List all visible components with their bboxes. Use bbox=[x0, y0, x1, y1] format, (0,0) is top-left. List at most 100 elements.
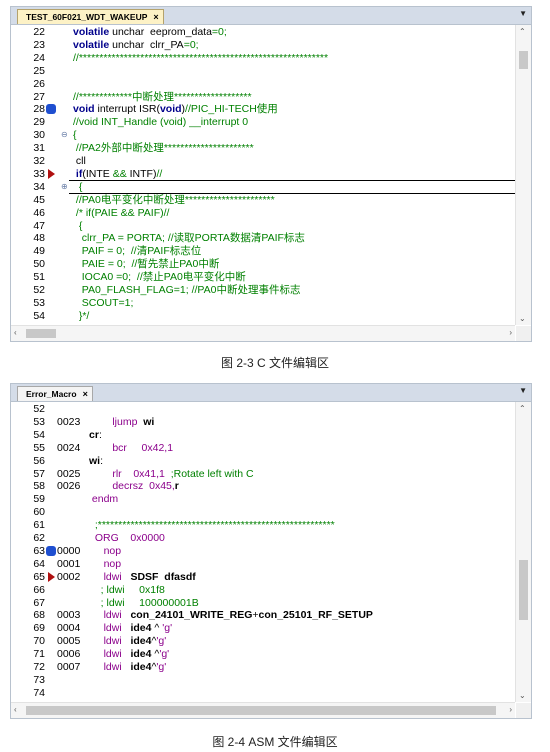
horizontal-scrollbar[interactable]: ‹ › bbox=[11, 325, 515, 341]
line-number: 52 bbox=[33, 284, 45, 296]
vertical-scrollbar[interactable]: ⌃ ⌄ bbox=[515, 25, 531, 325]
line-number: 69 bbox=[33, 622, 45, 635]
code-line[interactable]: 52 bbox=[11, 403, 515, 415]
tab-test-file[interactable]: TEST_60F021_WDT_WAKEUP × bbox=[17, 9, 164, 24]
code-line[interactable]: 74 bbox=[11, 687, 515, 699]
scroll-thumb[interactable] bbox=[519, 560, 528, 620]
tab-error-macro[interactable]: Error_Macro × bbox=[17, 386, 93, 401]
scroll-down-icon[interactable]: ⌄ bbox=[519, 314, 526, 323]
scroll-up-icon[interactable]: ⌃ bbox=[519, 27, 526, 36]
fold-icon[interactable]: ⊖ bbox=[61, 129, 68, 141]
code-line[interactable]: 46 /* if(PAIE && PAIF)// bbox=[11, 207, 515, 219]
code-line[interactable]: 31 //PA2外部中断处理********************** bbox=[11, 142, 515, 154]
code-line[interactable]: 55 0024 bcr 0x42,1 bbox=[11, 442, 515, 454]
code-text: /* if(PAIE && PAIF)// bbox=[73, 206, 170, 219]
line-number: 54 bbox=[33, 428, 45, 441]
code-line[interactable]: 27 //*************中断处理******************* bbox=[11, 91, 515, 103]
code-token: //PIC_HI-TECH使用 bbox=[185, 103, 278, 116]
code-line[interactable]: 57 0025 rlr 0x41,1 ;Rotate left with C bbox=[11, 468, 515, 480]
code-line[interactable]: 23 volatile unchar clrr_PA=0; bbox=[11, 39, 515, 51]
code-line[interactable]: 26 bbox=[11, 78, 515, 90]
scroll-left-icon[interactable]: ‹ bbox=[14, 705, 17, 714]
line-number: 50 bbox=[33, 258, 45, 271]
code-line[interactable]: 49 PAIF = 0; //清PAIF标志位 bbox=[11, 245, 515, 257]
scroll-down-icon[interactable]: ⌄ bbox=[519, 691, 526, 700]
line-number: 27 bbox=[33, 90, 45, 103]
code-line[interactable]: 68 0003 ldwi con_24101_WRITE_REG+con_2510… bbox=[11, 609, 515, 621]
code-text: decrsz 0x45,r bbox=[89, 480, 179, 492]
code-line[interactable]: 61 ;************************************… bbox=[11, 519, 515, 531]
code-line[interactable]: 63 0000 nop bbox=[11, 545, 515, 557]
code-line[interactable]: 56 wi: bbox=[11, 455, 515, 467]
code-line[interactable]: 47 { bbox=[11, 220, 515, 232]
code-line[interactable]: 67 ; ldwi 100000001B bbox=[11, 597, 515, 609]
line-number: 60 bbox=[33, 506, 45, 519]
code-line[interactable]: 60 bbox=[11, 506, 515, 518]
horizontal-scrollbar[interactable]: ‹ › bbox=[11, 702, 515, 718]
address: 0004 bbox=[57, 622, 81, 635]
scroll-right-icon[interactable]: › bbox=[509, 705, 512, 714]
code-line[interactable]: 58 0026 decrsz 0x45,r bbox=[11, 480, 515, 492]
dropdown-icon[interactable]: ▼ bbox=[519, 386, 527, 395]
scroll-up-icon[interactable]: ⌃ bbox=[519, 404, 526, 413]
code-line[interactable]: 62 ORG 0x0000 bbox=[11, 532, 515, 544]
code-line[interactable]: 70 0005 ldwi ide4^'g' bbox=[11, 635, 515, 647]
fold-icon[interactable]: ⊕ bbox=[61, 181, 68, 193]
line-number: 29 bbox=[33, 116, 45, 129]
current-line-arrow-icon[interactable] bbox=[48, 168, 55, 179]
code-line[interactable]: 22 volatile unchar eeprom_data=0; bbox=[11, 26, 515, 38]
code-line[interactable]: 72 0007 ldwi ide4^'g' bbox=[11, 661, 515, 673]
code-line[interactable]: 71 0006 ldwi ide4 ^'g' bbox=[11, 648, 515, 660]
close-icon[interactable]: × bbox=[83, 389, 88, 399]
code-line[interactable]: 53 SCOUT=1; bbox=[11, 297, 515, 309]
code-line[interactable]: 52 PA0_FLASH_FLAG=1; //PA0中断处理事件标志 bbox=[11, 284, 515, 296]
scroll-corner bbox=[516, 326, 531, 341]
code-line[interactable]: 48 clrr_PA = PORTA; //读取PORTA数据清PAIF标志 bbox=[11, 232, 515, 244]
scroll-thumb[interactable] bbox=[519, 51, 528, 69]
scroll-left-icon[interactable]: ‹ bbox=[14, 328, 17, 337]
code-text: ldwi ide4 ^ 'g' bbox=[89, 622, 173, 634]
code-line[interactable]: 34 {⊕ bbox=[11, 181, 515, 194]
code-line[interactable]: 32 cll bbox=[11, 155, 515, 167]
vertical-scrollbar[interactable]: ⌃ ⌄ bbox=[515, 402, 531, 702]
breakpoint-icon[interactable] bbox=[46, 545, 56, 556]
dropdown-icon[interactable]: ▼ bbox=[519, 9, 527, 18]
scroll-thumb[interactable] bbox=[26, 329, 56, 338]
code-line[interactable]: 24 //************************************… bbox=[11, 52, 515, 64]
close-icon[interactable]: × bbox=[153, 12, 158, 22]
code-line[interactable]: 64 0001 nop bbox=[11, 558, 515, 570]
code-line[interactable]: 50 PAIE = 0; //暂先禁止PA0中断 bbox=[11, 258, 515, 270]
code-line[interactable]: 54 }*/ bbox=[11, 310, 515, 322]
code-line[interactable]: 51 IOCA0 =0; //禁止PA0电平变化中断 bbox=[11, 271, 515, 283]
code-token: INTF) bbox=[126, 167, 157, 180]
code-token: interrupt ISR( bbox=[94, 103, 160, 116]
code-line[interactable]: 45 //PA0电平变化中断处理********************** bbox=[11, 194, 515, 206]
breakpoint-icon[interactable] bbox=[46, 104, 56, 115]
code-line[interactable]: 73 bbox=[11, 674, 515, 686]
code-line[interactable]: 53 0023 ljump wi bbox=[11, 416, 515, 428]
code-area[interactable]: 52 53 0023 ljump wi 54 cr: 55 0024 bcr 0x42,1 5… bbox=[11, 402, 515, 702]
code-line[interactable]: 28 void interrupt ISR(void)//PIC_HI-TECH使… bbox=[11, 103, 515, 115]
line-number: 55 bbox=[33, 441, 45, 454]
code-line[interactable]: 59 endm bbox=[11, 493, 515, 505]
code-line[interactable]: 65 0002 ldwi SDSF dfasdf bbox=[11, 571, 515, 583]
code-token: //**************************************… bbox=[73, 51, 329, 64]
code-token: PA0_FLASH_FLAG=1; //PA0中断处理事件标志 bbox=[73, 284, 301, 296]
code-line[interactable]: 33 if(INTE && INTF)// bbox=[11, 167, 515, 181]
code-line[interactable]: 25 bbox=[11, 65, 515, 77]
scroll-right-icon[interactable]: › bbox=[509, 328, 512, 337]
code-line[interactable]: 54 cr: bbox=[11, 429, 515, 441]
code-line[interactable]: 30 {⊖ bbox=[11, 129, 515, 141]
address: 0005 bbox=[57, 635, 81, 648]
code-line[interactable]: 69 0004 ldwi ide4 ^ 'g' bbox=[11, 622, 515, 634]
code-line[interactable]: 66 ; ldwi 0x1f8 bbox=[11, 584, 515, 596]
line-number: 46 bbox=[33, 206, 45, 219]
code-line[interactable]: 29 //void INT_Handle (void) __interrupt 0 bbox=[11, 116, 515, 128]
tab-label: TEST_60F021_WDT_WAKEUP bbox=[26, 12, 148, 22]
code-area[interactable]: 22 volatile unchar eeprom_data=0; 23 volati… bbox=[11, 25, 515, 325]
scroll-thumb[interactable] bbox=[26, 706, 496, 715]
current-line-arrow-icon[interactable] bbox=[48, 571, 55, 582]
code-token: /* if(PAIE && PAIF)// bbox=[73, 206, 170, 219]
code-text: ljump wi bbox=[89, 416, 154, 428]
code-token: ORG 0x0000 bbox=[89, 532, 165, 544]
